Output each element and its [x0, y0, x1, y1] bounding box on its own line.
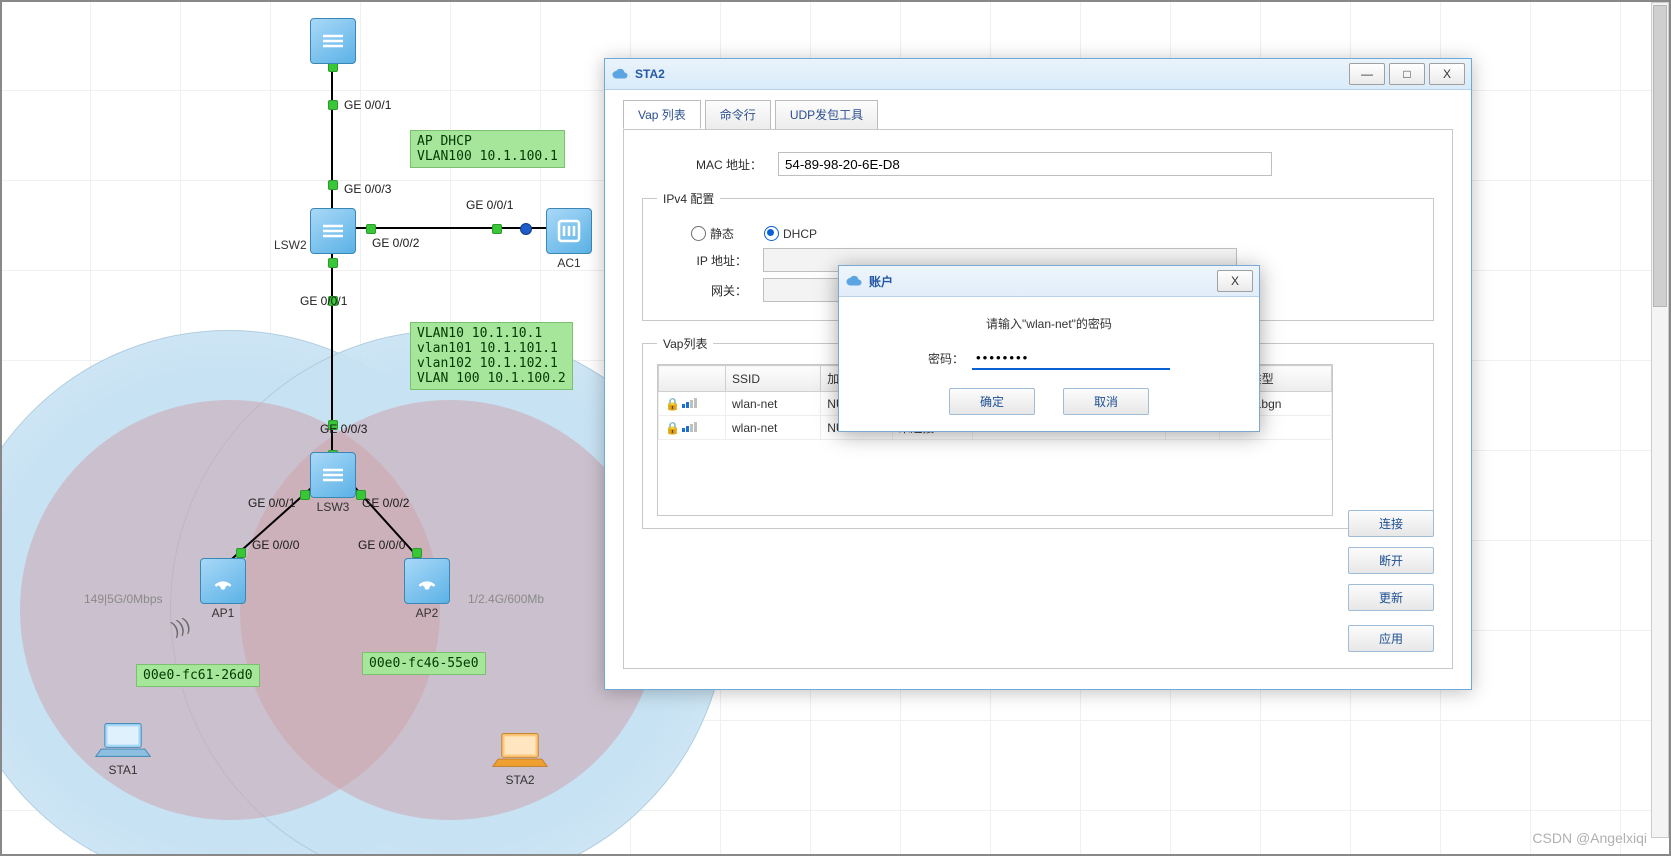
port-label: GE 0/0/2: [362, 496, 409, 510]
radio-dhcp[interactable]: DHCP: [764, 226, 817, 241]
dialog-titlebar[interactable]: 账户 X: [839, 266, 1259, 297]
cancel-button[interactable]: 取消: [1063, 388, 1149, 415]
lock-icon: 🔒: [665, 421, 680, 435]
gw-label: 网关：: [657, 282, 747, 299]
note-vlans: VLAN10 10.1.10.1 vlan101 10.1.101.1 vlan…: [410, 322, 573, 390]
port-label: GE 0/0/1: [248, 496, 295, 510]
tab-bar: Vap 列表 命令行 UDP发包工具: [605, 90, 1471, 129]
mac-label: MAC 地址：: [642, 156, 762, 173]
note-dhcp: AP DHCP VLAN100 10.1.100.1: [410, 130, 565, 168]
ap2-coverage-inner: [240, 400, 660, 820]
radio-static[interactable]: 静态: [691, 225, 734, 242]
dialog-prompt: 请输入"wlan-net"的密码: [861, 315, 1237, 332]
tab-vap-list[interactable]: Vap 列表: [623, 100, 701, 129]
tab-cli[interactable]: 命令行: [705, 100, 771, 129]
device-label: LSW2: [274, 238, 307, 252]
ip-label: IP 地址：: [657, 252, 747, 269]
tab-udp-tool[interactable]: UDP发包工具: [775, 100, 878, 129]
note-ap1-mac: 00e0-fc61-26d0: [136, 664, 260, 687]
port-label: GE 0/0/2: [372, 236, 419, 250]
device-lsw1[interactable]: [310, 18, 356, 64]
cell-ssid: wlan-net: [726, 416, 821, 440]
mac-input[interactable]: [778, 152, 1272, 176]
dialog-account[interactable]: 账户 X 请输入"wlan-net"的密码 密码： 确定 取消: [838, 265, 1260, 432]
disconnect-button[interactable]: 断开: [1348, 547, 1434, 574]
password-label: 密码：: [928, 350, 964, 367]
minimize-button[interactable]: —: [1349, 63, 1385, 85]
titlebar[interactable]: STA2 — □ X: [605, 59, 1471, 90]
window-title: STA2: [635, 67, 1345, 81]
port-label: GE 0/0/1: [344, 98, 391, 112]
port-label: GE 0/0/3: [320, 422, 367, 436]
device-label: AP1: [200, 606, 246, 620]
note-ap2-mac: 00e0-fc46-55e0: [362, 652, 486, 675]
device-sta1[interactable]: STA1: [95, 720, 151, 777]
device-label: AP2: [404, 606, 450, 620]
device-lsw2[interactable]: LSW2: [310, 208, 356, 254]
device-ap2[interactable]: AP2: [404, 558, 450, 620]
port-dot: [366, 224, 376, 234]
coverage-label-ap2: 1/2.4G/600Mb: [468, 592, 544, 606]
cell-ssid: wlan-net: [726, 392, 821, 416]
password-input[interactable]: [972, 346, 1170, 370]
device-label: LSW3: [310, 500, 356, 514]
topology-canvas[interactable]: LSW2 AC1 LSW3 AP1 AP2 STA1 STA2 ))) GE 0…: [0, 0, 1671, 856]
device-label: AC1: [546, 256, 592, 270]
device-label: STA2: [492, 773, 548, 787]
device-lsw3[interactable]: LSW3: [310, 452, 356, 514]
port-dot-blue: [520, 223, 532, 235]
port-label: GE 0/0/0: [252, 538, 299, 552]
vap-col-ssid[interactable]: SSID: [726, 366, 821, 392]
lock-icon: 🔒: [665, 397, 680, 411]
watermark: CSDN @Angelxiqi: [1532, 830, 1647, 846]
port-label: GE 0/0/1: [466, 198, 513, 212]
coverage-label-ap1: 149|5G/0Mbps: [84, 592, 163, 606]
port-label: GE 0/0/0: [358, 538, 405, 552]
scroll-thumb[interactable]: [1653, 5, 1667, 307]
port-dot: [300, 490, 310, 500]
maximize-button[interactable]: □: [1389, 63, 1425, 85]
dialog-title: 账户: [869, 273, 1213, 290]
apply-button[interactable]: 应用: [1348, 625, 1434, 652]
ok-button[interactable]: 确定: [949, 388, 1035, 415]
vap-col-icon: [659, 366, 726, 392]
signal-icon: [682, 398, 697, 408]
port-dot: [328, 258, 338, 268]
cloud-icon: [845, 272, 863, 290]
device-sta2[interactable]: STA2: [492, 730, 548, 787]
port-dot: [328, 180, 338, 190]
device-label: STA1: [95, 763, 151, 777]
vap-legend: Vap列表: [657, 335, 713, 352]
dialog-close-button[interactable]: X: [1217, 270, 1253, 292]
ipv4-legend: IPv4 配置: [657, 190, 720, 207]
close-button[interactable]: X: [1429, 63, 1465, 85]
device-ac1[interactable]: AC1: [546, 208, 592, 270]
refresh-button[interactable]: 更新: [1348, 584, 1434, 611]
port-dot: [236, 548, 246, 558]
device-ap1[interactable]: AP1: [200, 558, 246, 620]
port-label: GE 0/0/3: [344, 182, 391, 196]
connect-button[interactable]: 连接: [1348, 510, 1434, 537]
port-label: GE 0/0/1: [300, 294, 347, 308]
cloud-icon: [611, 65, 629, 83]
port-dot: [328, 100, 338, 110]
port-dot: [412, 548, 422, 558]
signal-icon: [682, 422, 697, 432]
vertical-scrollbar[interactable]: [1651, 2, 1669, 838]
port-dot: [492, 224, 502, 234]
